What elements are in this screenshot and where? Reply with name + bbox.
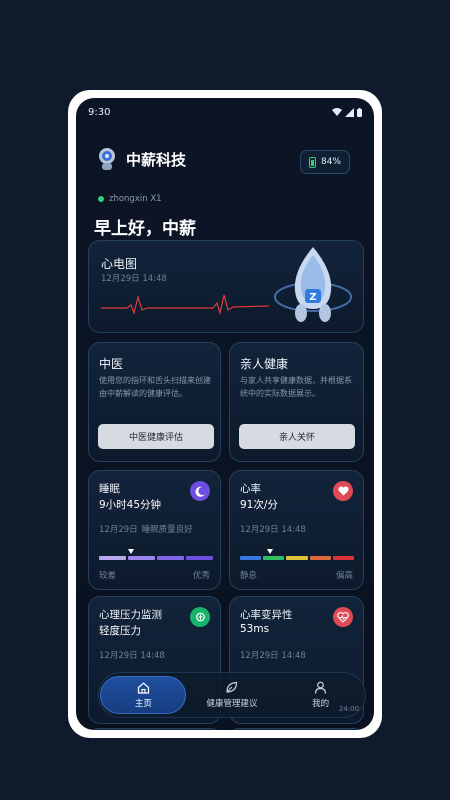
tab-home[interactable]: 主页	[100, 676, 187, 714]
brain-icon	[190, 607, 210, 627]
heart-title: 心率	[240, 483, 261, 495]
sleep-level-marker	[128, 549, 134, 554]
heart-time: 12月29日 14:48	[240, 525, 306, 535]
sleep-card[interactable]: 睡眠 9小时45分钟 12月29日 睡眠质量良好 较差 优秀	[88, 470, 221, 590]
heart-rate-card[interactable]: 心率 91次/分 12月29日 14:48 静息 偏高	[229, 470, 364, 590]
tab-home-label: 主页	[134, 698, 152, 709]
status-icons	[332, 107, 362, 117]
greeting-heading: 早上好，中薪	[94, 219, 196, 239]
device-name: zhongxin X1	[109, 194, 162, 204]
hrv-time: 12月29日 14:48	[240, 651, 306, 661]
tcm-description: 使用您的指环和舌头扫描来创建由中薪解读的健康评估。	[99, 376, 211, 398]
user-icon	[315, 681, 327, 694]
tcm-title: 中医	[99, 357, 124, 371]
leaf-icon	[226, 681, 238, 693]
stress-title: 心理压力监测	[99, 609, 162, 621]
sleep-value: 9小时45分钟	[99, 499, 162, 511]
sleep-status: 睡眠质量良好	[141, 525, 193, 535]
battery-indicator[interactable]: 84%	[299, 150, 350, 174]
sleep-time-row: 12月29日 睡眠质量良好	[99, 523, 193, 535]
tcm-card: 中医 使用您的指环和舌头扫描来创建由中薪解读的健康评估。 中医健康评估	[88, 342, 221, 462]
sleep-title: 睡眠	[99, 483, 120, 495]
home-icon	[137, 681, 149, 694]
heart-level-marker	[267, 549, 273, 554]
heart-rate-scale	[240, 556, 355, 560]
device-status[interactable]: zhongxin X1	[98, 194, 162, 204]
stress-value: 轻度压力	[99, 625, 141, 637]
sleep-time: 12月29日	[99, 525, 138, 535]
heart-scale-high: 偏高	[335, 571, 353, 581]
sleep-scale-low: 较差	[99, 571, 117, 581]
tcm-assessment-button[interactable]: 中医健康评估	[98, 424, 214, 449]
app-logo-icon	[99, 148, 115, 170]
hrv-value: 53ms	[240, 623, 270, 635]
family-health-card: 亲人健康 与家人共享健康数据，并根据系统中的实际数据展示。 亲人关怀	[229, 342, 364, 462]
heart-scale-low: 静息	[240, 571, 258, 581]
ecg-time: 12月29日 14:48	[101, 274, 167, 284]
hrv-title: 心率变异性	[240, 609, 293, 621]
next-card-peek	[88, 728, 221, 730]
status-time: 9:30	[88, 106, 111, 118]
wifi-icon	[332, 108, 342, 116]
next-card-peek	[229, 728, 364, 730]
signal-icon	[345, 107, 354, 117]
family-care-button[interactable]: 亲人关怀	[239, 424, 355, 449]
ecg-waveform	[101, 294, 269, 316]
family-description: 与家人共享健康数据，并根据系统中的实际数据展示。	[240, 376, 352, 398]
battery-level: 84%	[320, 157, 341, 167]
heart-pulse-icon	[333, 607, 353, 627]
family-title: 亲人健康	[240, 357, 289, 371]
connection-dot-icon	[98, 196, 104, 202]
moon-icon	[190, 481, 210, 501]
svg-text:Z: Z	[309, 292, 316, 303]
app-screen: 9:30 中薪科技 84% zhongxin X1 早上好，中薪 心电图 12月…	[76, 98, 374, 730]
app-header: 中薪科技	[94, 146, 186, 172]
tab-mine-label: 我的	[312, 699, 330, 709]
status-bar: 9:30	[76, 98, 374, 126]
mascot-icon: Z	[274, 247, 352, 322]
sleep-quality-scale	[99, 556, 213, 560]
stress-time: 12月29日 14:48	[99, 651, 165, 661]
ecg-card[interactable]: 心电图 12月29日 14:48 Z	[88, 240, 364, 333]
tab-health-advice[interactable]: 健康管理建议	[189, 676, 275, 714]
ecg-title: 心电图	[101, 257, 138, 271]
phone-frame: 9:30 中薪科技 84% zhongxin X1 早上好，中薪 心电图 12月…	[68, 90, 382, 738]
bottom-tab-bar: 主页 健康管理建议 我的 24:00	[98, 672, 366, 718]
battery-status-icon	[357, 107, 362, 117]
battery-icon	[308, 156, 316, 168]
heart-value: 91次/分	[240, 499, 278, 511]
sleep-scale-high: 优秀	[192, 571, 210, 581]
chart-axis-time: 24:00	[338, 705, 359, 713]
app-title: 中薪科技	[126, 150, 187, 169]
heart-icon	[333, 481, 353, 501]
tab-advice-label: 健康管理建议	[206, 699, 258, 709]
